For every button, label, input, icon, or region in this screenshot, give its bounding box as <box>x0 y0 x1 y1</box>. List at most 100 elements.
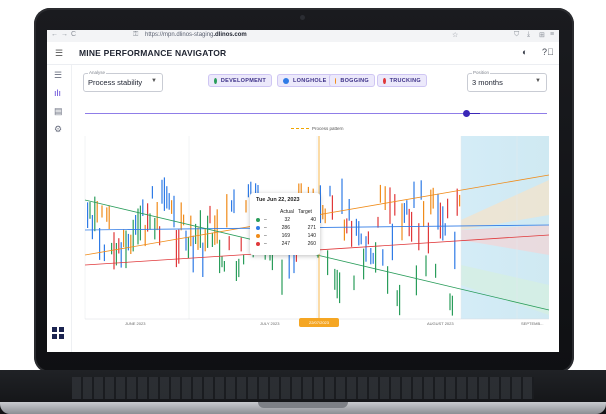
chart-bar <box>322 205 324 220</box>
chart-bar <box>99 228 101 260</box>
process-chart[interactable] <box>47 30 559 352</box>
chart-bar <box>394 194 396 216</box>
chart-bar <box>456 188 458 216</box>
chart-bar <box>384 186 386 210</box>
tooltip-dash: – <box>264 217 267 223</box>
chart-bar <box>209 205 211 224</box>
tooltip-title: Tue Jun 22, 2023 <box>256 197 300 203</box>
laptop-frame: ← → C ⚿ https://mpn.dlinos-staging.dlino… <box>0 0 606 414</box>
chart-bar <box>435 263 437 278</box>
series-dot <box>256 234 260 238</box>
chart-bar <box>123 229 125 248</box>
chart-bar <box>379 184 381 203</box>
chart-bar <box>459 194 461 207</box>
chart-bar <box>87 202 89 228</box>
chart-tooltip: Tue Jun 22, 2023 Actual Target – 32 40 –… <box>250 193 320 255</box>
chart-bar <box>377 216 379 228</box>
tooltip-dash: – <box>264 241 267 247</box>
tooltip-col-target: Target <box>298 209 312 215</box>
tooltip-row: – 32 40 <box>256 217 318 224</box>
chart-bar <box>427 222 429 254</box>
tooltip-actual: 32 <box>284 217 290 223</box>
tooltip-col-actual: Actual <box>280 209 294 215</box>
chart-bar <box>113 232 115 270</box>
chart-bar <box>202 242 204 277</box>
chart-bar <box>144 224 146 247</box>
tooltip-row: – 286 271 <box>256 225 318 232</box>
app-screen: ← → C ⚿ https://mpn.dlinos-staging.dlino… <box>47 30 559 352</box>
chart-bar <box>192 235 194 273</box>
x-axis-label: AUGUST 2023 <box>427 321 454 326</box>
chart-bar <box>406 200 408 215</box>
chart-bar <box>408 208 410 237</box>
tooltip-row: – 169 140 <box>256 233 318 240</box>
camera-icon <box>300 15 305 20</box>
x-axis-label: JUNE 2023 <box>125 321 146 326</box>
chart-bar <box>130 234 132 254</box>
tooltip-row: – 247 260 <box>256 241 318 248</box>
chart-bar <box>363 248 365 280</box>
chart-bar <box>391 223 393 261</box>
chart-bar <box>329 185 331 197</box>
chart-bar <box>430 189 432 215</box>
chart-bar <box>365 236 367 262</box>
chart-bar <box>243 254 245 265</box>
chart-bar <box>281 259 283 295</box>
chart-bar <box>444 223 446 236</box>
chart-bar <box>175 230 177 268</box>
tooltip-dash: – <box>264 225 267 231</box>
x-axis-label: JULY 2023 <box>260 321 280 326</box>
chart-bar <box>204 228 206 252</box>
chart-bar <box>161 179 163 204</box>
chart-bar <box>187 237 189 258</box>
chart-bar <box>387 266 389 294</box>
chart-bar <box>401 203 403 241</box>
series-dot <box>256 218 260 222</box>
chart-bar <box>94 196 96 232</box>
chart-bar <box>135 215 137 235</box>
tooltip-actual: 247 <box>281 241 290 247</box>
chart-bar <box>358 221 360 246</box>
chart-bar <box>89 202 91 219</box>
chart-bar <box>156 202 158 231</box>
chart-bar <box>211 232 213 247</box>
chart-bar <box>216 209 218 244</box>
chart-bar <box>108 205 110 229</box>
chart-bar <box>171 200 173 214</box>
chart-bar <box>207 215 209 248</box>
tooltip-target: 40 <box>310 217 316 223</box>
chart-bar <box>353 275 355 291</box>
chart-bar <box>103 244 105 262</box>
chart-bar <box>197 227 199 250</box>
chart-bar <box>91 215 93 240</box>
chart-bar <box>195 223 197 244</box>
chart-bar <box>351 220 353 247</box>
chart-bar <box>120 242 122 268</box>
chart-bar <box>360 233 362 245</box>
chart-bar <box>339 272 341 304</box>
chart-bar <box>396 290 398 307</box>
tooltip-actual: 286 <box>281 225 290 231</box>
chart-bar <box>185 230 187 251</box>
chart-bar <box>449 293 451 311</box>
chart-bar <box>173 195 175 228</box>
tooltip-actual: 169 <box>281 233 290 239</box>
chart-bar <box>425 255 427 277</box>
chart-bar <box>454 231 456 270</box>
chart-bar <box>367 231 369 245</box>
chart-bar <box>247 184 249 198</box>
chart-bar <box>223 261 225 272</box>
chart-bar <box>168 193 170 210</box>
chart-bar <box>415 265 417 296</box>
chart-bar <box>166 186 168 209</box>
chart-bar <box>226 194 228 228</box>
chart-bar <box>231 200 233 212</box>
current-date-pill[interactable]: 22/07/2023 <box>299 318 339 327</box>
chart-bar <box>139 205 141 241</box>
chart-bar <box>432 187 434 209</box>
chart-bar <box>370 248 372 265</box>
chart-bar <box>190 215 192 247</box>
chart-bar <box>341 178 343 214</box>
chart-bar <box>327 250 329 276</box>
chart-bar <box>221 256 223 268</box>
